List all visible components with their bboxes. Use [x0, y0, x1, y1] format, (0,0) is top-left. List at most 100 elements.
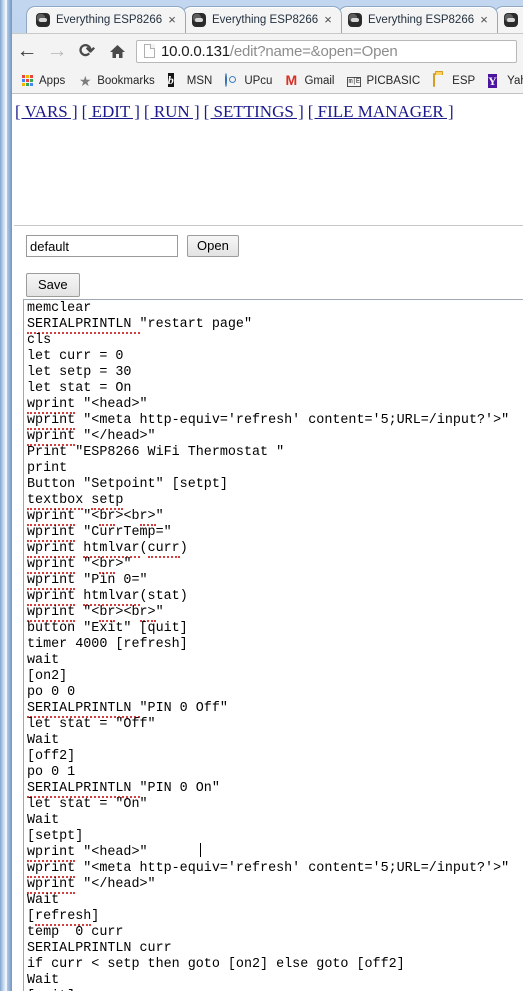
code-line: wprint "Pin 0=": [27, 573, 148, 590]
nav-link-vars[interactable]: [ VARS ]: [15, 102, 78, 121]
esp8266-favicon-icon: [504, 13, 518, 27]
esp8266-favicon-icon: [36, 13, 50, 27]
bookmark-label: Yahoo! G: [507, 74, 523, 87]
browser-tab[interactable]: Everything ESP8266 - ×: [26, 6, 186, 33]
code-line: wprint htmlvar(stat): [27, 589, 188, 606]
bookmark-upcu[interactable]: UPcu: [220, 71, 277, 91]
tab-title: Everything ESP8266 -: [56, 14, 164, 26]
bookmark-label: UPcu: [244, 74, 273, 87]
code-line: [on2]: [27, 669, 68, 684]
open-button[interactable]: Open: [187, 235, 239, 257]
code-line: wprint "</head>": [27, 429, 156, 446]
code-line: print: [27, 461, 68, 476]
code-line: wait: [27, 653, 60, 668]
nav-link-file-manager[interactable]: [ FILE MANAGER ]: [308, 102, 454, 121]
code-line: Button "Setpoint" [setpt]: [27, 477, 228, 492]
bookmark-label: Gmail: [304, 74, 335, 87]
bookmark-label: PICBASIC: [366, 74, 421, 87]
browser-tab[interactable]: Everything ESP8266 - ×: [494, 6, 523, 33]
esp8266-favicon-icon: [348, 13, 362, 27]
apps-grid-icon: [20, 74, 34, 88]
code-line: wprint "<meta http-equiv='refresh' conte…: [27, 861, 510, 878]
code-line: temp 0 curr: [27, 925, 124, 940]
code-line: timer 4000 [refresh]: [27, 637, 188, 652]
bookmark-label: Bookmarks: [97, 74, 155, 87]
back-icon[interactable]: ←: [12, 36, 42, 66]
code-line: wprint "<head>": [27, 397, 148, 414]
bookmark-label: ESP: [452, 74, 476, 87]
forward-icon[interactable]: →: [42, 36, 72, 66]
code-editor-textarea[interactable]: memclear SERIALPRINTLN "restart page" cls l…: [23, 299, 523, 991]
esp8266-favicon-icon: [192, 13, 206, 27]
code-line: textbox setp: [27, 493, 124, 510]
tab-title: Everything ESP8266 -: [212, 14, 320, 26]
address-bar[interactable]: 10.0.0.131/edit?name=&open=Open: [136, 39, 517, 63]
code-line: button "Exit" [quit]: [27, 621, 188, 636]
code-editor-content: memclear SERIALPRINTLN "restart page" cls l…: [27, 301, 509, 991]
reload-icon[interactable]: ⟳: [72, 36, 102, 66]
code-line: SERIALPRINTLN curr: [27, 941, 172, 956]
code-line: let curr = 0: [27, 349, 124, 364]
text-caret: [200, 843, 201, 857]
picbasic-icon: m|E: [347, 76, 361, 87]
close-icon[interactable]: ×: [320, 12, 336, 28]
code-line: [setpt]: [27, 829, 84, 844]
code-line: po 0 0: [27, 685, 76, 700]
browser-window: Everything ESP8266 - × Everything ESP826…: [0, 0, 523, 991]
code-line: Wait: [27, 813, 60, 828]
page-content: [ VARS ][ EDIT ][ RUN ][ SETTINGS ][ FIL…: [12, 94, 523, 991]
bookmark-msn[interactable]: b MSN: [163, 71, 218, 91]
code-line: wprint "<br>": [27, 557, 132, 574]
bookmark-esp[interactable]: ESP: [428, 71, 480, 91]
nav-link-edit[interactable]: [ EDIT ]: [82, 102, 140, 121]
nav-link-settings[interactable]: [ SETTINGS ]: [204, 102, 304, 121]
page-icon: [144, 44, 155, 58]
folder-icon: [433, 72, 447, 88]
filename-input[interactable]: [26, 235, 178, 257]
address-bar-text: 10.0.0.131/edit?name=&open=Open: [161, 43, 398, 60]
close-icon[interactable]: ×: [164, 12, 180, 28]
code-line: SERIALPRINTLN "restart page": [27, 317, 252, 334]
yahoo-icon: Y: [488, 73, 497, 88]
msn-icon: b: [167, 72, 174, 87]
code-line: wprint "CurrTemp=": [27, 525, 172, 542]
code-line: let stat = On: [27, 381, 132, 396]
code-line: if curr < setp then goto [on2] else goto…: [27, 957, 405, 972]
page-nav-links: [ VARS ][ EDIT ][ RUN ][ SETTINGS ][ FIL…: [15, 102, 454, 122]
code-line: [refresh]: [27, 909, 100, 926]
bookmark-gmail[interactable]: M Gmail: [280, 71, 339, 91]
code-line: let stat = "On": [27, 797, 148, 812]
browser-tab[interactable]: Everything ESP8266 - ×: [182, 6, 342, 33]
code-line: SERIALPRINTLN "PIN 0 Off": [27, 701, 228, 718]
home-icon[interactable]: [102, 36, 132, 66]
code-line: wprint "<head>": [27, 845, 148, 862]
upcu-icon: [225, 72, 239, 88]
nav-link-run[interactable]: [ RUN ]: [144, 102, 200, 121]
bookmarks-bar: Apps ★ Bookmarks b MSN UPcu M Gmail m|E …: [12, 68, 523, 94]
code-line: Wait: [27, 733, 60, 748]
code-line: cls: [27, 333, 52, 348]
browser-tab[interactable]: Everything ESP8266 - ×: [338, 6, 498, 33]
code-line: SERIALPRINTLN "PIN 0 On": [27, 781, 220, 798]
star-icon: ★: [78, 72, 92, 89]
tab-title: Everything ESP8266 -: [368, 14, 476, 26]
save-button[interactable]: Save: [26, 273, 80, 297]
bookmark-apps[interactable]: Apps: [15, 71, 70, 91]
open-file-row: Open: [26, 235, 239, 257]
browser-toolbar: ← → ⟳ 10.0.0.131/edit?name=&open=Open: [12, 33, 523, 68]
code-line: [off2]: [27, 749, 76, 764]
window-left-frame: [0, 0, 12, 991]
code-line: po 0 1: [27, 765, 76, 780]
bookmark-picbasic[interactable]: m|E PICBASIC: [342, 71, 425, 91]
close-icon[interactable]: ×: [476, 12, 492, 28]
code-line: wprint htmlvar(curr): [27, 541, 188, 558]
code-line: wprint "<br><br>": [27, 605, 164, 622]
divider: [14, 225, 523, 226]
code-line: let setp = 30: [27, 365, 132, 380]
gmail-icon: M: [285, 71, 298, 88]
bookmark-yahoo[interactable]: Y Yahoo! G: [483, 71, 523, 91]
code-line: Wait: [27, 893, 60, 908]
bookmark-bookmarks[interactable]: ★ Bookmarks: [73, 71, 160, 91]
code-line: Print "ESP8266 WiFi Thermostat ": [27, 445, 285, 460]
tab-strip: Everything ESP8266 - × Everything ESP826…: [12, 0, 523, 33]
